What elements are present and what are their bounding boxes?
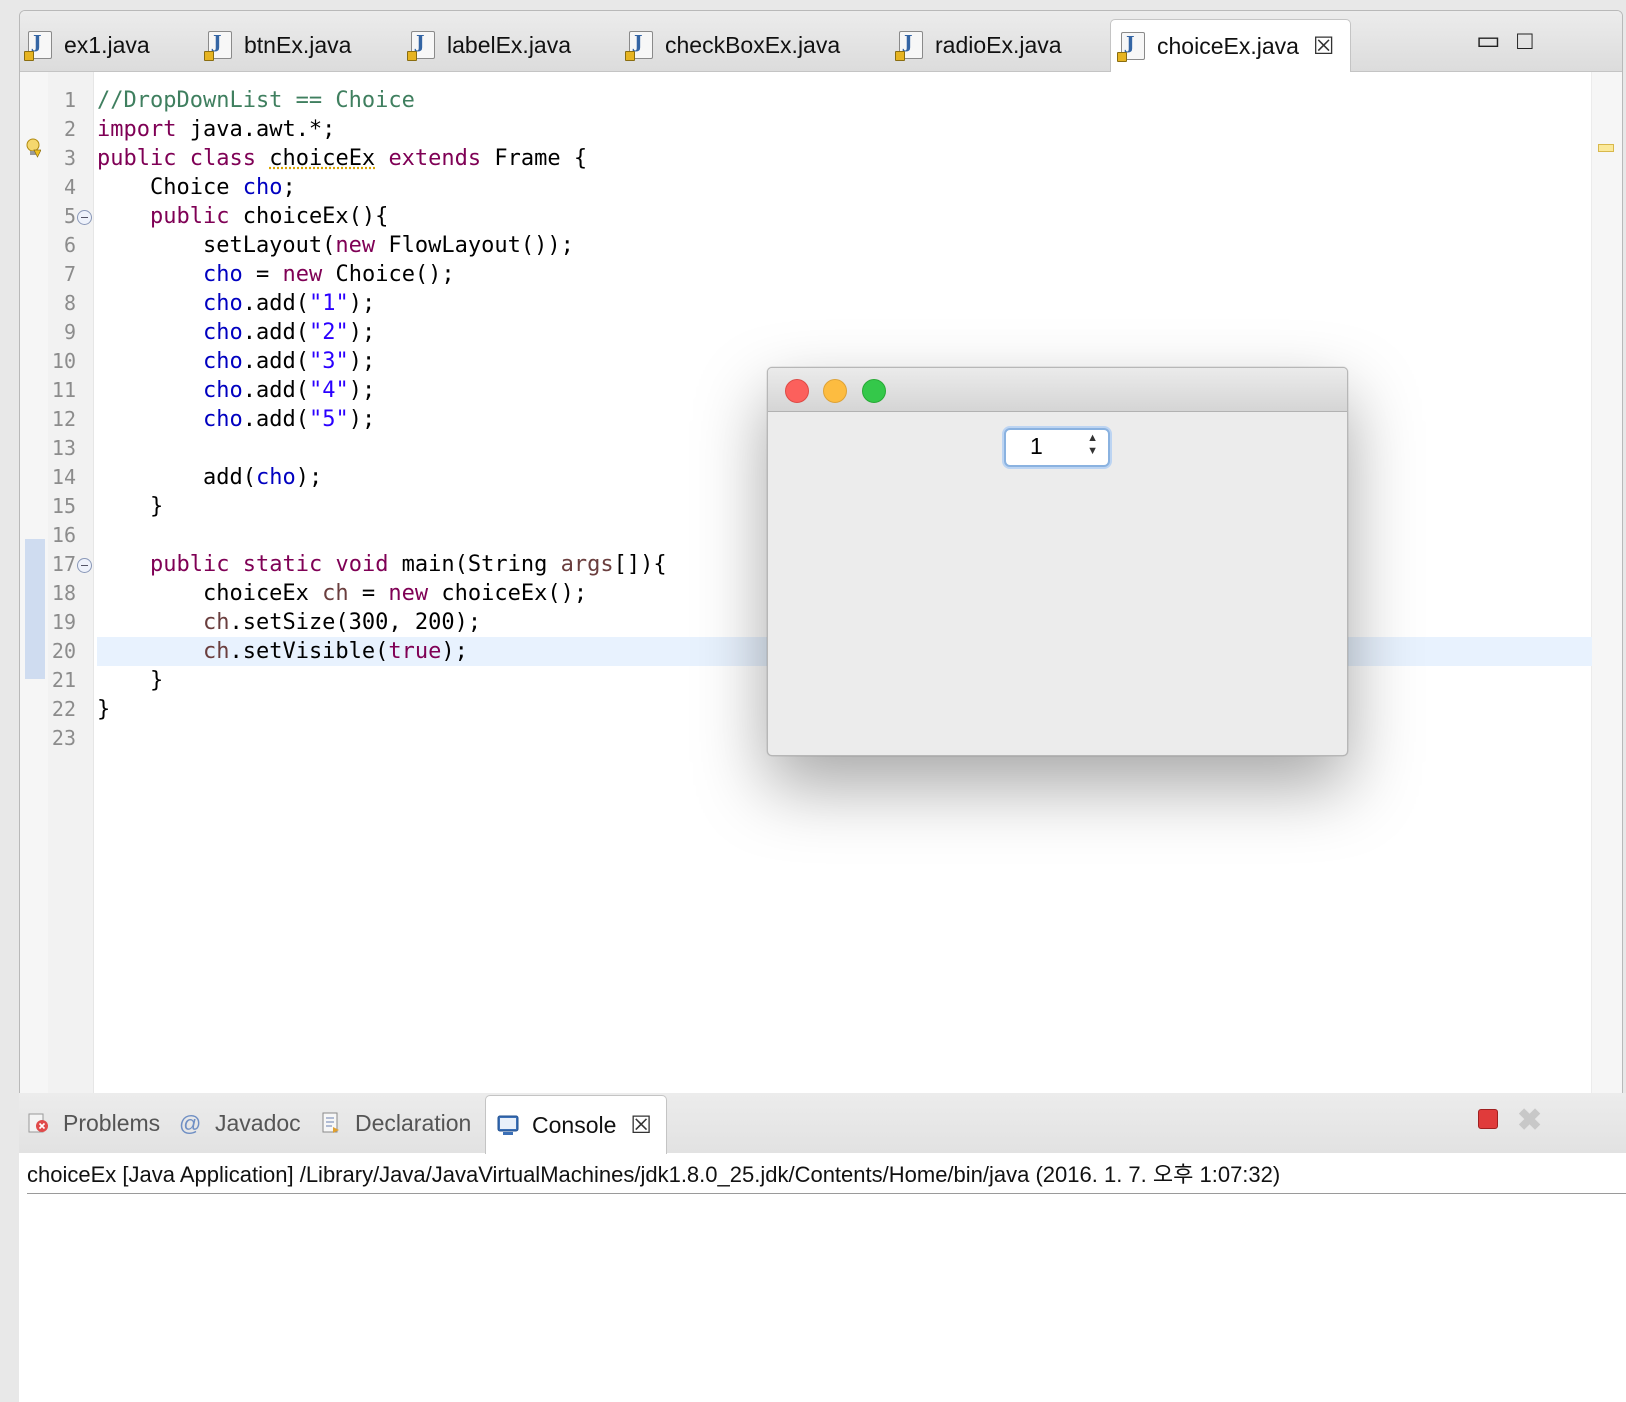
code-text: cho = new Choice(); xyxy=(202,262,455,287)
code-text: import java.awt.*; xyxy=(97,117,336,142)
close-icon[interactable]: ☒ xyxy=(630,1111,652,1140)
tab-console[interactable]: Console ☒ xyxy=(485,1095,667,1154)
tab-choiceex[interactable]: choiceEx.java ☒ xyxy=(1110,19,1352,72)
code-line: 7 cho = new Choice(); xyxy=(20,260,1622,289)
close-icon[interactable]: ☒ xyxy=(1313,32,1335,61)
line-number: 9 xyxy=(63,320,76,344)
line-number: 7 xyxy=(63,262,76,286)
minimize-icon[interactable]: ▭ xyxy=(1476,25,1501,56)
code-text: Choice cho; xyxy=(97,175,296,200)
tab-label: Problems xyxy=(63,1109,161,1136)
java-file-icon xyxy=(204,31,232,61)
at-icon: @ xyxy=(179,1111,202,1136)
code-text: public class choiceEx extends Frame { xyxy=(97,146,588,171)
code-text: //DropDownList == Choice xyxy=(97,88,415,113)
line-number: 2 xyxy=(63,117,76,141)
line-number: 8 xyxy=(63,291,76,315)
code-line: 3 public class choiceEx extends Frame { xyxy=(20,144,1622,173)
tab-label: labelEx.java xyxy=(447,31,572,58)
java-file-icon xyxy=(1117,32,1145,62)
choice-selected-value: 1 xyxy=(1030,433,1043,459)
line-number: 1 xyxy=(63,88,76,112)
tab-label: Console xyxy=(532,1111,617,1138)
code-line: 2 import java.awt.*; xyxy=(20,115,1622,144)
window-titlebar[interactable] xyxy=(768,368,1347,412)
code-text: cho.add("2"); xyxy=(202,320,376,345)
tab-label: radioEx.java xyxy=(935,31,1062,58)
line-number: 19 xyxy=(51,610,76,634)
line-number: 21 xyxy=(51,668,76,692)
line-number: 11 xyxy=(51,378,76,402)
line-number: 12 xyxy=(51,407,76,431)
java-file-icon xyxy=(407,31,435,61)
tab-label: btnEx.java xyxy=(244,31,352,58)
tab-labelex[interactable]: labelEx.java xyxy=(407,19,572,71)
tab-label: choiceEx.java xyxy=(1157,32,1299,59)
code-line: 4 Choice cho; xyxy=(20,173,1622,202)
tab-label: Declaration xyxy=(355,1109,472,1136)
code-line: 8 cho.add("1"); xyxy=(20,289,1622,318)
panel-tab-bar: Problems @ Javadoc Declaration Console ☒… xyxy=(19,1093,1626,1154)
line-number: 4 xyxy=(63,175,76,199)
fold-icon[interactable] xyxy=(77,210,92,225)
line-number: 13 xyxy=(51,436,76,460)
java-file-icon xyxy=(625,31,653,61)
line-number: 10 xyxy=(51,349,76,373)
declaration-icon xyxy=(322,1112,339,1133)
tab-declaration[interactable]: Declaration xyxy=(319,1093,471,1153)
line-number: 17 xyxy=(51,552,76,576)
java-file-icon xyxy=(24,31,52,61)
line-number: 3 xyxy=(63,146,76,170)
tab-checkboxex[interactable]: checkBoxEx.java xyxy=(625,19,841,71)
tab-problems[interactable]: Problems xyxy=(27,1093,160,1153)
line-number: 16 xyxy=(51,523,76,547)
tab-label: ex1.java xyxy=(64,31,150,58)
tab-btnex[interactable]: btnEx.java xyxy=(204,19,352,71)
line-number: 23 xyxy=(51,726,76,750)
code-line: 5 public choiceEx(){ xyxy=(20,202,1622,231)
code-line: 1 //DropDownList == Choice xyxy=(20,86,1622,115)
chevron-updown-icon: ▲ ▼ xyxy=(1087,432,1098,457)
line-number: 5 xyxy=(63,204,76,228)
code-text: public choiceEx(){ xyxy=(149,204,389,229)
bottom-panel: Problems @ Javadoc Declaration Console ☒… xyxy=(19,1093,1626,1402)
choice-dropdown[interactable]: 1 ▲ ▼ xyxy=(1004,428,1110,467)
line-number: 20 xyxy=(51,639,76,663)
line-number: 6 xyxy=(63,233,76,257)
tab-ex1[interactable]: ex1.java xyxy=(24,19,150,71)
console-icon xyxy=(497,1115,519,1135)
zoom-window-icon[interactable] xyxy=(862,379,886,403)
remove-launch-icon[interactable]: ✖ xyxy=(1517,1103,1542,1138)
code-text: setLayout(new FlowLayout()); xyxy=(97,233,574,258)
tab-javadoc[interactable]: @ Javadoc xyxy=(179,1093,301,1153)
java-file-icon xyxy=(895,31,923,61)
maximize-icon[interactable]: □ xyxy=(1517,25,1533,56)
fold-icon[interactable] xyxy=(77,558,92,573)
line-number: 15 xyxy=(51,494,76,518)
awt-frame-window: 1 ▲ ▼ xyxy=(767,367,1348,756)
code-line: 9 cho.add("2"); xyxy=(20,318,1622,347)
tab-radioex[interactable]: radioEx.java xyxy=(895,19,1062,71)
line-number: 14 xyxy=(51,465,76,489)
terminate-icon[interactable] xyxy=(1478,1109,1498,1129)
problems-icon xyxy=(28,1113,48,1133)
tab-label: checkBoxEx.java xyxy=(665,31,841,58)
line-number: 18 xyxy=(51,581,76,605)
line-number: 22 xyxy=(51,697,76,721)
tab-label: Javadoc xyxy=(215,1109,301,1136)
code-text: cho.add("1"); xyxy=(202,291,376,316)
code-line: 6 setLayout(new FlowLayout()); xyxy=(20,231,1622,260)
close-window-icon[interactable] xyxy=(785,379,809,403)
console-process-header: choiceEx [Java Application] /Library/Jav… xyxy=(27,1157,1626,1194)
editor-tab-bar: ex1.java btnEx.java labelEx.java checkBo… xyxy=(20,11,1622,72)
minimize-window-icon[interactable] xyxy=(823,379,847,403)
